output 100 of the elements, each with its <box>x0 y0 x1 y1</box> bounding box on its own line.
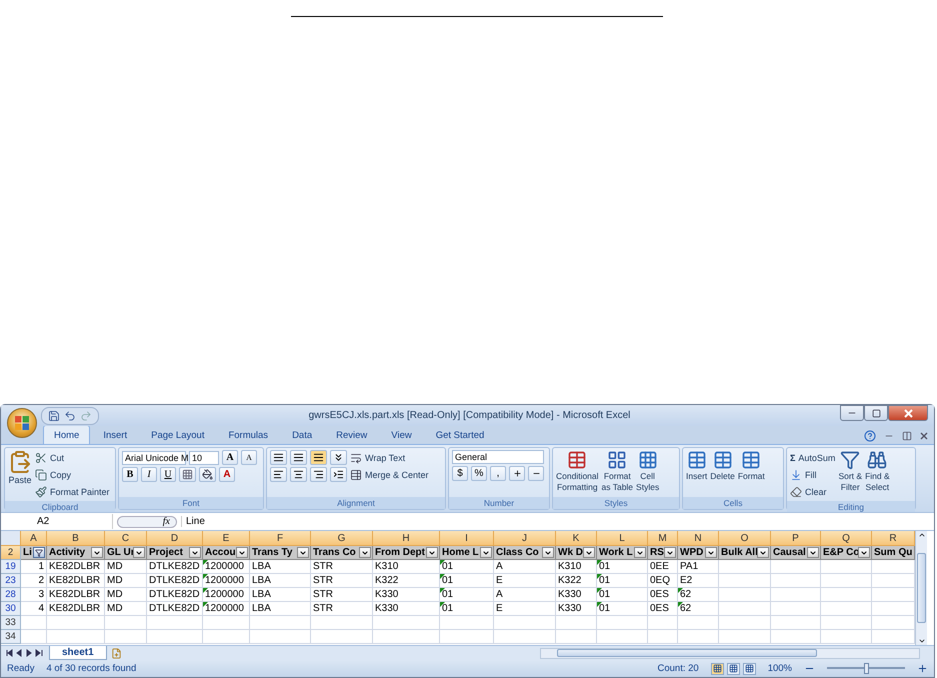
column-letter[interactable]: Q <box>821 531 872 546</box>
format-button[interactable]: Format <box>738 450 765 481</box>
conditional-formatting-button[interactable]: Conditional Formatting <box>556 450 599 492</box>
column-letter[interactable]: K <box>556 531 597 546</box>
column-letter[interactable]: I <box>440 531 494 546</box>
percent-button[interactable]: % <box>471 466 487 481</box>
filter-button[interactable] <box>297 547 309 558</box>
orientation-button[interactable] <box>330 450 347 465</box>
increase-decimal-button[interactable] <box>509 466 525 481</box>
column-letter[interactable]: R <box>872 531 915 546</box>
view-button[interactable] <box>710 662 724 674</box>
delete-button[interactable]: Delete <box>710 450 735 481</box>
cell-styles-button[interactable]: Cell Styles <box>636 450 660 492</box>
slider-thumb[interactable] <box>864 663 869 674</box>
bottom-align-button[interactable] <box>310 450 327 465</box>
left-align-button[interactable] <box>270 467 287 482</box>
filter-button[interactable] <box>91 547 103 558</box>
office-button[interactable] <box>7 408 37 438</box>
wrap-text-button[interactable]: Wrap Text <box>350 450 429 465</box>
ribbon-tab[interactable]: View <box>380 425 423 444</box>
function-button[interactable]: fx <box>117 516 177 528</box>
format-as-table-button[interactable]: Format as Table <box>602 450 634 492</box>
currency-button[interactable]: $ <box>452 466 468 481</box>
zoom-in-icon[interactable] <box>917 663 928 674</box>
merge-center-button[interactable]: Merge & Center <box>350 467 429 482</box>
center-button[interactable] <box>290 467 307 482</box>
comma-button[interactable]: , <box>490 466 506 481</box>
filter-button[interactable] <box>664 547 676 558</box>
ribbon-tab[interactable]: Page Layout <box>140 425 216 444</box>
name-box[interactable]: A2 <box>1 514 113 529</box>
font-name-field[interactable]: Arial Unicode M <box>122 450 186 464</box>
fill-color-button[interactable] <box>199 467 216 482</box>
filter-button[interactable] <box>583 547 595 558</box>
column-letter[interactable]: N <box>678 531 719 546</box>
ribbon-tab[interactable]: Data <box>281 425 324 444</box>
shrink-font-button[interactable]: A <box>241 450 257 465</box>
column-letter[interactable]: A <box>21 531 47 546</box>
middle-align-button[interactable] <box>290 450 307 465</box>
font-size-field[interactable]: 10 <box>189 450 219 464</box>
filter-button[interactable] <box>189 547 201 558</box>
row-number[interactable]: 33 <box>1 616 21 630</box>
underline-button[interactable]: U <box>160 467 176 482</box>
minimize-button[interactable] <box>840 405 864 421</box>
column-letter[interactable]: O <box>719 531 771 546</box>
new-sheet-icon[interactable] <box>110 648 122 658</box>
undo-icon[interactable] <box>64 410 76 422</box>
ribbon-tab[interactable]: Review <box>325 425 378 444</box>
paste-button[interactable]: Paste <box>8 450 32 485</box>
row-number[interactable]: 34 <box>1 630 21 644</box>
help-icon[interactable] <box>864 430 876 442</box>
column-letter[interactable]: C <box>105 531 147 546</box>
format-painter-button[interactable]: Format Painter <box>35 484 110 499</box>
grow-font-button[interactable]: A <box>222 450 238 465</box>
filter-button[interactable] <box>705 547 717 558</box>
filter-button[interactable] <box>480 547 492 558</box>
column-letter[interactable]: G <box>311 531 373 546</box>
bold-button[interactable]: B <box>122 467 138 482</box>
filter-button[interactable] <box>359 547 371 558</box>
cut-button[interactable]: Cut <box>35 450 110 465</box>
italic-button[interactable]: I <box>141 467 157 482</box>
filter-button[interactable] <box>757 547 769 558</box>
filter-button[interactable] <box>426 547 438 558</box>
column-letter[interactable]: L <box>597 531 648 546</box>
column-letter[interactable]: D <box>147 531 203 546</box>
indent-button[interactable] <box>330 467 347 482</box>
ribbon-tab[interactable]: Formulas <box>217 425 280 444</box>
column-letter[interactable]: M <box>648 531 678 546</box>
filter-button[interactable] <box>807 547 819 558</box>
column-letter[interactable]: H <box>373 531 440 546</box>
autosum-button[interactable]: Σ AutoSum <box>790 450 836 465</box>
view-button[interactable] <box>726 662 740 674</box>
column-letter[interactable]: F <box>250 531 311 546</box>
scroll-up-icon[interactable] <box>918 531 926 539</box>
row-number[interactable]: 30 <box>1 602 21 616</box>
filter-button[interactable] <box>542 547 554 558</box>
close-button[interactable] <box>888 405 928 421</box>
font-color-button[interactable]: A <box>219 467 235 482</box>
row-number[interactable]: 2 <box>1 546 21 560</box>
maximize-button[interactable] <box>864 405 888 421</box>
right-align-button[interactable] <box>310 467 327 482</box>
insert-button[interactable]: Insert <box>686 450 708 481</box>
restore-icon[interactable] <box>902 431 912 441</box>
clear-button[interactable]: Clear <box>790 484 836 499</box>
filter-button[interactable] <box>33 547 45 558</box>
row-number[interactable]: 23 <box>1 574 21 588</box>
close-icon[interactable] <box>920 432 928 440</box>
filter-button[interactable] <box>634 547 646 558</box>
column-letter[interactable]: E <box>203 531 250 546</box>
filter-button[interactable] <box>858 547 870 558</box>
fill-button[interactable]: Fill <box>790 467 836 482</box>
top-align-button[interactable] <box>270 450 287 465</box>
scroll-thumb[interactable] <box>557 649 817 657</box>
column-letter[interactable]: J <box>494 531 556 546</box>
formula-field[interactable]: Line <box>181 516 934 527</box>
row-number[interactable]: 19 <box>1 560 21 574</box>
copy-button[interactable]: Copy <box>35 467 110 482</box>
decrease-decimal-button[interactable] <box>528 466 544 481</box>
find-select-button[interactable]: Find & Select <box>865 450 890 492</box>
column-letter[interactable]: B <box>47 531 105 546</box>
save-icon[interactable] <box>48 410 60 422</box>
